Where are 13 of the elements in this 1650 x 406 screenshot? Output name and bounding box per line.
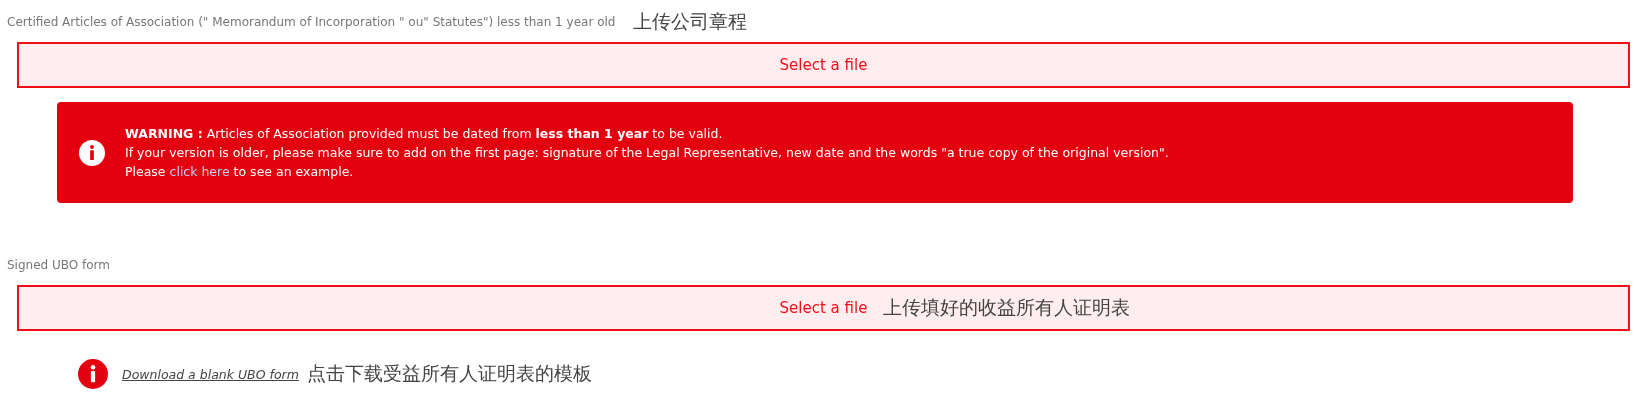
file-upload-field[interactable]: Select a file <box>17 42 1630 88</box>
field-label: Certified Articles of Association (" Memorandum of Incorporation " ou" Statutes") less than 1 year old <box>7 15 616 29</box>
warning-text: WARNING : Articles of Association provided must be dated from less than 1 year to be valid. <box>125 125 724 143</box>
info-icon <box>79 139 105 166</box>
field-label: Signed UBO form <box>7 258 111 272</box>
annotation-text: 点击下载受益所有人证明表的模板 <box>306 361 592 386</box>
info-icon <box>78 359 108 389</box>
download-link[interactable]: Download a blank UBO form <box>122 366 299 382</box>
file-upload-field[interactable]: Select a file 上传填好的收益所有人证明表 <box>17 285 1630 331</box>
annotation-text: 上传填好的收益所有人证明表 <box>883 296 1131 318</box>
annotation-text: 上传公司章程 <box>633 9 748 34</box>
warning-text: Please click here to see an example. <box>125 163 355 181</box>
warning-text: If your version is older, please make sure to add on the first page: signature of the Legal Representative, new date and the words "a true copy of the original version". <box>125 144 1169 162</box>
